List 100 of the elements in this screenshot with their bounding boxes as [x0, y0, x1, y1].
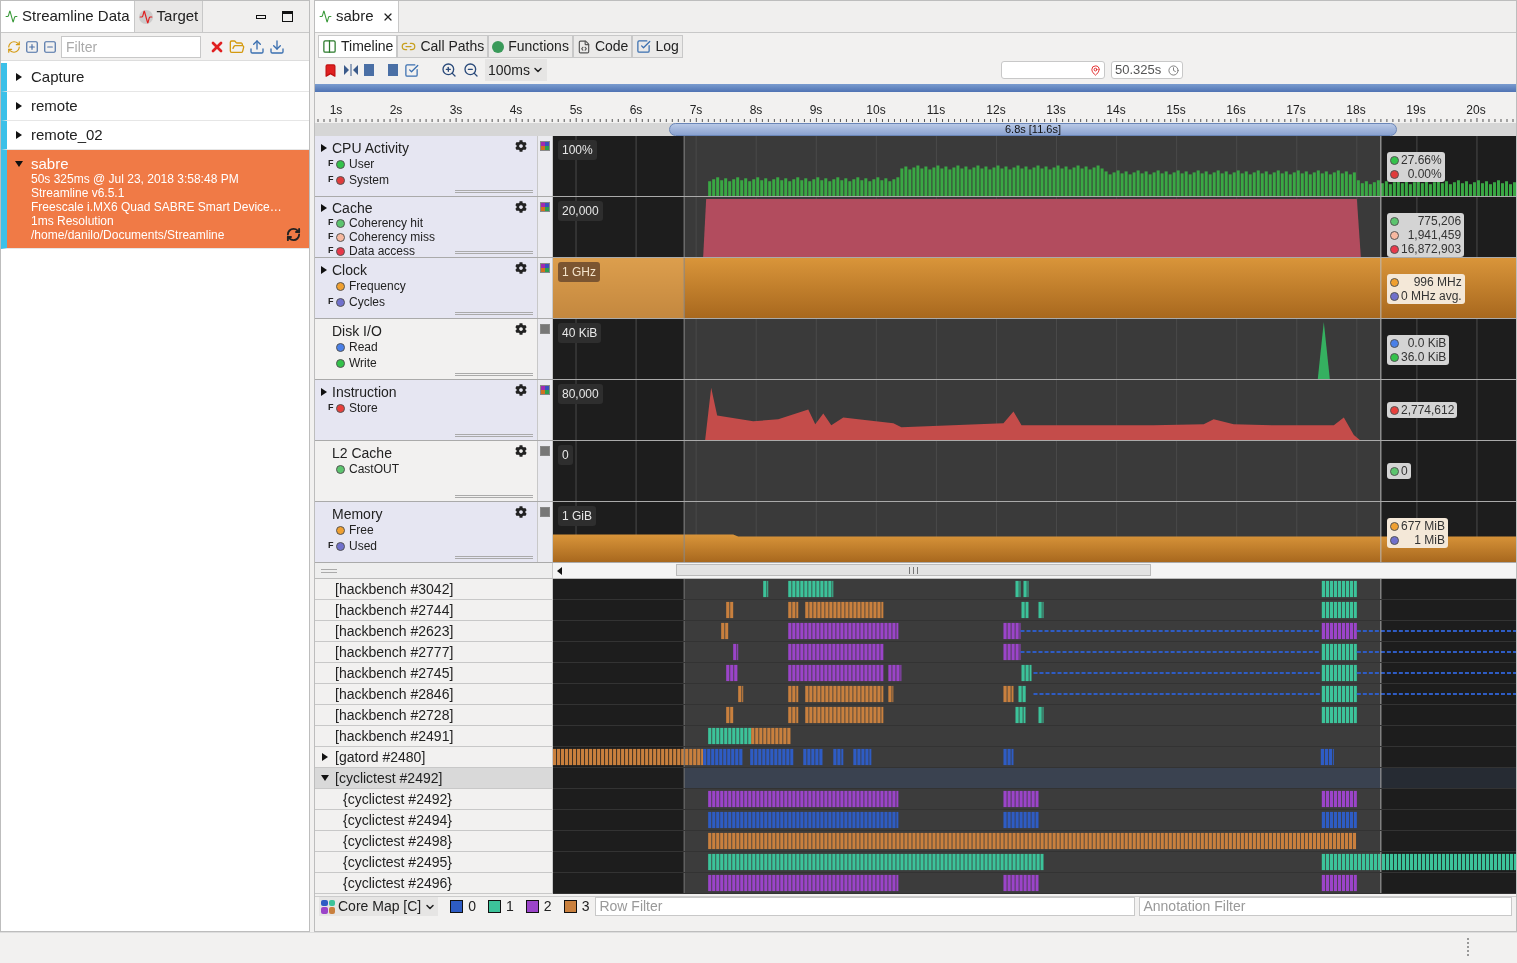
import-icon[interactable] — [269, 38, 285, 55]
series-toggle-icon[interactable] — [540, 385, 550, 395]
series-toggle-icon[interactable] — [540, 202, 550, 212]
expand-triangle-icon[interactable] — [320, 387, 328, 396]
time-tick-label: 15s — [1166, 102, 1186, 119]
scroll-left-icon[interactable] — [557, 566, 562, 575]
filter-label: F — [328, 157, 334, 171]
zoom-out-icon[interactable] — [463, 62, 479, 78]
zoom-in-icon[interactable] — [441, 62, 457, 78]
code-icon — [576, 39, 591, 54]
bookmark-icon[interactable] — [323, 62, 338, 78]
series-toggle-icon[interactable] — [540, 324, 550, 334]
process-row[interactable]: {cyclictest #2495} — [315, 852, 553, 873]
time-tick-label: 7s — [689, 102, 703, 119]
zoom-dropdown[interactable]: 100ms — [485, 59, 548, 81]
refresh-icon[interactable] — [286, 227, 301, 242]
row-filter-field[interactable]: Row Filter — [595, 897, 1136, 916]
capture-name: remote_02 — [31, 127, 103, 143]
process-name: [hackbench #3042] — [335, 581, 454, 597]
view-tab[interactable]: Call Paths — [397, 35, 489, 58]
expand-triangle-icon[interactable] — [15, 73, 23, 81]
process-name: [hackbench #2846] — [335, 686, 454, 702]
expand-triangle-icon[interactable] — [320, 143, 328, 152]
panel-tab[interactable]: Target — [134, 1, 204, 32]
view-tab[interactable]: Log — [632, 35, 683, 58]
process-row[interactable]: {cyclictest #2492} — [315, 789, 553, 810]
annotation-filter-field[interactable]: Annotation Filter — [1139, 897, 1512, 916]
expand-triangle-icon[interactable] — [321, 753, 329, 761]
settings-icon[interactable] — [515, 140, 527, 152]
settings-icon[interactable] — [515, 384, 527, 396]
view-tab[interactable]: Timeline — [318, 35, 398, 58]
settings-icon[interactable] — [515, 506, 527, 518]
core-map-dropdown[interactable]: Core Map [C] — [319, 897, 439, 916]
process-row[interactable]: [hackbench #2846] — [315, 684, 553, 705]
process-row[interactable]: [hackbench #2745] — [315, 663, 553, 684]
expand-triangle-icon[interactable] — [15, 102, 23, 110]
capture-item[interactable]: remote_02 — [1, 121, 309, 150]
process-row[interactable]: [hackbench #2623] — [315, 621, 553, 642]
settings-icon[interactable] — [515, 262, 527, 274]
process-row[interactable]: {cyclictest #2494} — [315, 810, 553, 831]
minimize-button[interactable] — [256, 14, 266, 19]
collapse-all-icon[interactable] — [43, 39, 57, 54]
process-row[interactable]: [hackbench #2491] — [315, 726, 553, 747]
search-field[interactable] — [1001, 61, 1105, 79]
process-row[interactable]: [hackbench #2744] — [315, 600, 553, 621]
settings-icon[interactable] — [515, 201, 527, 213]
time-field[interactable]: 50.325s — [1111, 61, 1183, 79]
panel-tab[interactable]: Streamline Data — [1, 1, 135, 32]
expand-triangle-icon[interactable] — [15, 131, 23, 139]
range-selector[interactable]: 6.8s [11.6s] — [669, 123, 1397, 136]
series-toggle-icon[interactable] — [540, 507, 550, 517]
resize-grip[interactable] — [321, 568, 337, 573]
value-text: 0.0 KiB — [1406, 336, 1447, 350]
expand-triangle-icon[interactable] — [320, 204, 328, 212]
split-icon[interactable] — [344, 64, 358, 76]
maximize-button[interactable] — [282, 11, 293, 22]
settings-icon[interactable] — [515, 323, 527, 335]
process-row[interactable]: [hackbench #3042] — [315, 579, 553, 600]
process-row[interactable]: [hackbench #2777] — [315, 642, 553, 663]
annotate-icon[interactable] — [404, 62, 419, 78]
value-text: 1 MiB — [1413, 533, 1446, 547]
series-label: CastOUT — [349, 462, 399, 476]
chart-title: Memory — [332, 505, 383, 522]
timeline-icon — [322, 39, 337, 54]
series-toggle-icon[interactable] — [540, 141, 550, 151]
horizontal-scrollbar[interactable] — [676, 564, 1151, 576]
time-tick-label: 10s — [866, 102, 886, 119]
chart-title: Clock — [332, 261, 367, 278]
process-row[interactable]: [hackbench #2728] — [315, 705, 553, 726]
filter-label: F — [328, 295, 334, 309]
view-tab[interactable]: Code — [572, 35, 633, 58]
collapse-triangle-icon[interactable] — [321, 774, 329, 782]
series-toggle-icon[interactable] — [540, 263, 550, 273]
view-tab[interactable]: Functions — [488, 35, 573, 58]
series-toggle-icon[interactable] — [540, 446, 550, 456]
process-row[interactable]: {cyclictest #2496} — [315, 873, 553, 894]
process-name: [hackbench #2728] — [335, 707, 454, 723]
expand-all-icon[interactable] — [25, 39, 39, 54]
filter-label: F — [328, 216, 334, 230]
process-name: {cyclictest #2494} — [342, 812, 452, 828]
process-name: {cyclictest #2492} — [342, 791, 452, 807]
settings-icon[interactable] — [515, 445, 527, 457]
core-label: 1 — [506, 897, 514, 916]
time-tick-label: 4s — [509, 102, 523, 119]
capture-detail: Streamline v6.5.1 — [31, 186, 126, 200]
process-row[interactable]: [cyclictest #2492] — [315, 768, 553, 789]
capture-item[interactable]: remote — [1, 92, 309, 121]
process-row[interactable]: [gatord #2480] — [315, 747, 553, 768]
markers-icon[interactable] — [364, 64, 398, 76]
export-icon[interactable] — [249, 38, 265, 55]
editor-tab[interactable]: sabre — [315, 1, 399, 32]
time-tick-label: 11s — [926, 102, 946, 119]
process-row[interactable]: {cyclictest #2498} — [315, 831, 553, 852]
collapse-triangle-icon[interactable] — [15, 160, 23, 168]
expand-triangle-icon[interactable] — [320, 265, 328, 274]
process-name: {cyclictest #2496} — [342, 875, 452, 891]
filter-field[interactable]: Filter — [61, 35, 201, 58]
time-tick-label: 20s — [1466, 102, 1486, 119]
capture-item[interactable]: Capture — [1, 63, 309, 92]
series-label: Write — [349, 356, 377, 370]
